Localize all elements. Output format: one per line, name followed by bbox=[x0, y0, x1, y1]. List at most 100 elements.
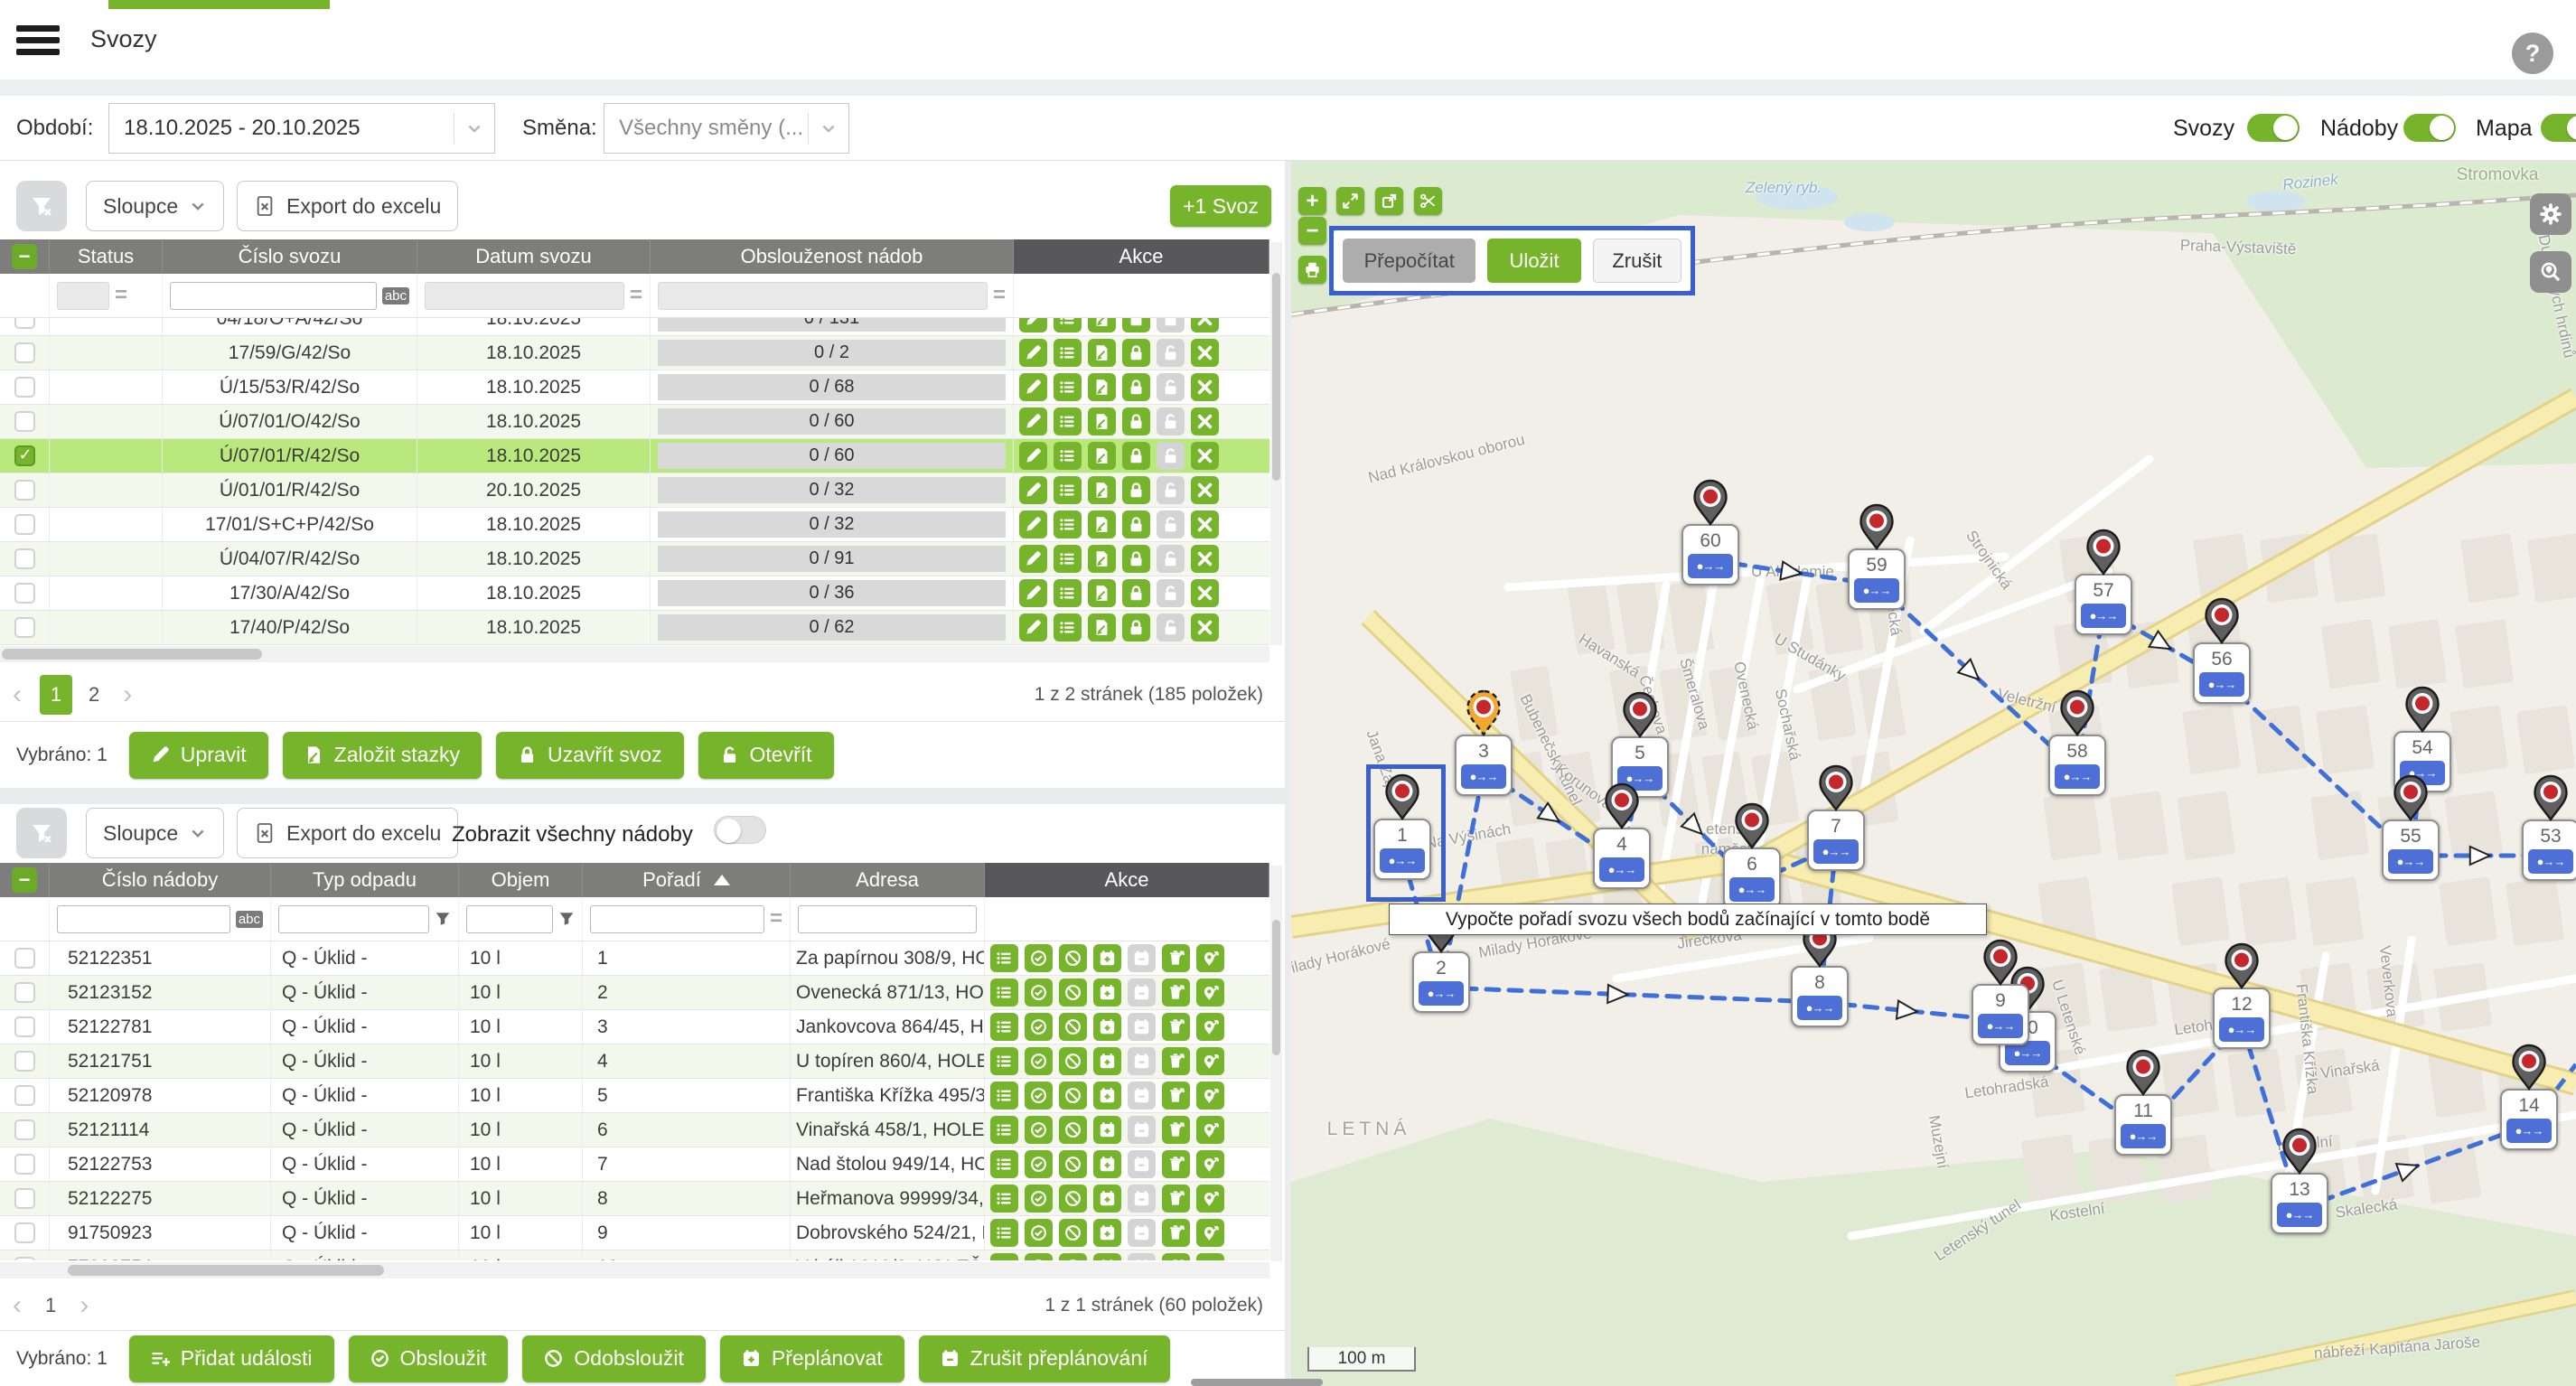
move-pin-icon[interactable] bbox=[1196, 1082, 1224, 1110]
serve-icon[interactable] bbox=[1025, 1082, 1053, 1110]
obdobi-input[interactable]: 18.10.2025 - 20.10.2025 bbox=[108, 103, 495, 154]
map-marker-55[interactable]: 55●→→ bbox=[2382, 819, 2440, 881]
close-svoz-icon[interactable] bbox=[1122, 579, 1150, 607]
abc-filter-icon[interactable]: abc bbox=[382, 287, 409, 304]
row-checkbox[interactable] bbox=[14, 1119, 35, 1140]
create-sheet-icon[interactable] bbox=[1088, 613, 1116, 641]
svozy-row[interactable]: Ú/07/01/R/42/So18.10.20250 / 60 bbox=[0, 439, 1269, 473]
route-from-here-button[interactable]: ●→→ bbox=[1688, 554, 1733, 578]
reschedule-icon[interactable] bbox=[1093, 1185, 1121, 1213]
map-marker-9[interactable]: 9●→→ bbox=[1972, 984, 2029, 1045]
cancel-icon[interactable] bbox=[1191, 476, 1219, 504]
create-sheet-icon[interactable] bbox=[1088, 339, 1116, 367]
map-pin-icon[interactable] bbox=[2393, 774, 2429, 821]
nadoby-vertical-scrollbar[interactable] bbox=[1270, 866, 1282, 1261]
row-checkbox[interactable] bbox=[14, 617, 35, 638]
edit-icon[interactable] bbox=[1019, 579, 1047, 607]
zoom-in-button[interactable]: + bbox=[1298, 187, 1326, 215]
row-checkbox[interactable] bbox=[14, 548, 35, 569]
col-objem[interactable]: Objem bbox=[459, 863, 583, 897]
abc-filter-icon[interactable]: abc bbox=[236, 911, 263, 928]
poradi-filter-input[interactable] bbox=[590, 905, 764, 933]
nadoby-next-page[interactable]: › bbox=[80, 1290, 89, 1321]
nadoby-row[interactable]: 52123152Q - Úklid -10 l2Ovenecká 871/13,… bbox=[0, 976, 1269, 1010]
map-pin-icon[interactable] bbox=[1622, 691, 1658, 738]
action-4-button[interactable]: Zrušit přeplánování bbox=[919, 1335, 1170, 1382]
map-marker-53[interactable]: 53●→→ bbox=[2522, 819, 2576, 881]
detail-list-icon[interactable] bbox=[1054, 442, 1082, 470]
print-button[interactable] bbox=[1298, 256, 1326, 284]
detail-list-icon[interactable] bbox=[1054, 407, 1082, 435]
svozy-filter-clear[interactable] bbox=[16, 181, 67, 231]
create-sheet-icon[interactable] bbox=[1088, 545, 1116, 573]
serve-icon[interactable] bbox=[1025, 979, 1053, 1007]
move-pin-icon[interactable] bbox=[1196, 1219, 1224, 1247]
svozy-page-1[interactable]: 1 bbox=[40, 675, 72, 715]
nadoby-row[interactable]: 52122781Q - Úklid -10 l3Jankovcova 864/4… bbox=[0, 1010, 1269, 1044]
map-marker-8[interactable]: 8●→→ bbox=[1791, 966, 1849, 1027]
action-1-button[interactable]: Obsloužit bbox=[349, 1335, 509, 1382]
reschedule-icon[interactable] bbox=[1093, 1047, 1121, 1075]
route-from-here-button[interactable]: ●→→ bbox=[1599, 857, 1644, 882]
close-svoz-icon[interactable] bbox=[1122, 613, 1150, 641]
row-checkbox[interactable] bbox=[14, 948, 35, 969]
chevron-down-icon[interactable] bbox=[454, 119, 494, 137]
map-pin-icon[interactable] bbox=[2511, 1044, 2547, 1091]
svozy-select-all[interactable]: − bbox=[0, 239, 50, 274]
toggle-svozy[interactable] bbox=[2247, 114, 2300, 142]
unserve-icon[interactable] bbox=[1059, 1185, 1087, 1213]
detail-list-icon[interactable] bbox=[990, 944, 1018, 972]
remove-icon[interactable] bbox=[1162, 1219, 1190, 1247]
svozy-row[interactable]: Ú/07/01/O/42/So18.10.20250 / 60 bbox=[0, 405, 1269, 439]
close-svoz-icon[interactable] bbox=[1122, 407, 1150, 435]
map-marker-13[interactable]: 13●→→ bbox=[2271, 1173, 2328, 1234]
edit-icon[interactable] bbox=[1019, 407, 1047, 435]
smena-select[interactable]: Všechny směny (... bbox=[604, 103, 849, 154]
detail-list-icon[interactable] bbox=[990, 1116, 1018, 1144]
svozy-horizontal-scrollbar[interactable] bbox=[0, 646, 1269, 662]
map-pin-icon[interactable] bbox=[1692, 479, 1728, 526]
move-pin-icon[interactable] bbox=[1196, 1150, 1224, 1178]
map-marker-4[interactable]: 4●→→ bbox=[1593, 828, 1651, 889]
create-sheet-icon[interactable] bbox=[1088, 407, 1116, 435]
unserve-icon[interactable] bbox=[1059, 1219, 1087, 1247]
col-datum-svozu[interactable]: Datum svozu bbox=[417, 239, 651, 274]
action-2-button[interactable]: Uzavřít svoz bbox=[496, 732, 684, 779]
svozy-prev-page[interactable]: ‹ bbox=[13, 679, 22, 710]
scissors-button[interactable] bbox=[1414, 187, 1442, 215]
edit-icon[interactable] bbox=[1019, 613, 1047, 641]
col-poradi[interactable]: Pořadí bbox=[583, 863, 791, 897]
map-pin-icon[interactable] bbox=[2281, 1128, 2318, 1175]
detail-list-icon[interactable] bbox=[990, 1082, 1018, 1110]
row-checkbox[interactable] bbox=[14, 1222, 35, 1243]
map-marker-12[interactable]: 12●→→ bbox=[2213, 988, 2271, 1049]
map-marker-7[interactable]: 7●→→ bbox=[1807, 810, 1865, 871]
action-0-button[interactable]: Upravit bbox=[129, 732, 268, 779]
obslouzenost-filter-input[interactable] bbox=[658, 282, 988, 310]
svozy-export-button[interactable]: Export do excelu bbox=[237, 181, 458, 231]
detail-list-icon[interactable] bbox=[1054, 613, 1082, 641]
create-sheet-icon[interactable] bbox=[1088, 510, 1116, 538]
svozy-next-page[interactable]: › bbox=[123, 679, 132, 710]
map-marker-6[interactable]: 6●→→ bbox=[1723, 848, 1781, 909]
reschedule-icon[interactable] bbox=[1093, 979, 1121, 1007]
nadoby-row[interactable]: 52120978Q - Úklid -10 l5Františka Křížka… bbox=[0, 1079, 1269, 1113]
serve-icon[interactable] bbox=[1025, 1185, 1053, 1213]
serve-icon[interactable] bbox=[1025, 944, 1053, 972]
start-pin-icon[interactable] bbox=[1466, 689, 1502, 736]
row-checkbox[interactable] bbox=[14, 445, 35, 466]
detail-list-icon[interactable] bbox=[990, 1219, 1018, 1247]
map-pin-icon[interactable] bbox=[2224, 942, 2260, 989]
map-pin-icon[interactable] bbox=[1734, 802, 1770, 849]
map[interactable]: StromovkaRozinekZelený ryb.Praha-Výstavi… bbox=[1291, 161, 2576, 1386]
detail-list-icon[interactable] bbox=[1054, 476, 1082, 504]
map-search-button[interactable] bbox=[2530, 251, 2571, 293]
close-svoz-icon[interactable] bbox=[1122, 545, 1150, 573]
row-checkbox[interactable] bbox=[14, 1085, 35, 1106]
map-marker-3[interactable]: 3●→→ bbox=[1455, 735, 1513, 796]
edit-icon[interactable] bbox=[1019, 318, 1047, 332]
nadoby-page-1[interactable]: 1 bbox=[45, 1294, 56, 1317]
col-cislo-svozu[interactable]: Číslo svozu bbox=[163, 239, 417, 274]
edit-icon[interactable] bbox=[1019, 510, 1047, 538]
funnel-icon[interactable] bbox=[558, 911, 575, 927]
